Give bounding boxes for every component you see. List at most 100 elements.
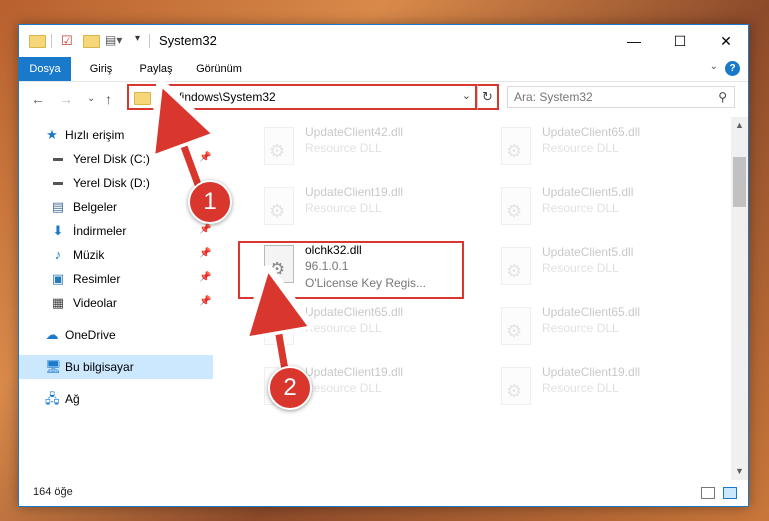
help-icon[interactable]: ? bbox=[725, 61, 740, 76]
close-button[interactable]: ✕ bbox=[703, 25, 749, 57]
file-name: UpdateClient19.dll bbox=[305, 185, 404, 199]
pin-icon[interactable]: 📌 bbox=[199, 296, 211, 307]
scroll-down-icon[interactable]: ▼ bbox=[731, 463, 748, 480]
dll-file-icon: ⚙ bbox=[264, 187, 294, 225]
sidebar-item-videos[interactable]: ▦ Videolar 📌 bbox=[19, 291, 213, 315]
pin-icon[interactable]: 📌 bbox=[199, 272, 211, 283]
sidebar-item-quick-access[interactable]: ★ Hızlı erişim bbox=[19, 123, 213, 147]
sidebar-item-label: Bu bilgisayar bbox=[65, 360, 134, 374]
computer-icon: 🖥 bbox=[45, 359, 62, 374]
step-badge-2: 2 bbox=[268, 366, 312, 410]
sidebar-item-downloads[interactable]: ⬇ İndirmeler 📌 bbox=[19, 219, 213, 243]
file-name: UpdateClient65.dll bbox=[305, 305, 404, 319]
divider bbox=[149, 34, 150, 48]
tab-share[interactable]: Paylaş bbox=[131, 57, 181, 81]
dll-file-icon: ⚙ bbox=[501, 187, 531, 225]
documents-icon: ▤ bbox=[51, 199, 65, 214]
vertical-scrollbar[interactable]: ▲ ▼ bbox=[731, 117, 748, 480]
search-placeholder: Ara: System32 bbox=[514, 90, 593, 104]
tab-view[interactable]: Görünüm bbox=[191, 57, 247, 81]
navigation-pane: ★ Hızlı erişim ▬ Yerel Disk (C:) 📌 ▬ Yer… bbox=[19, 117, 213, 475]
minimize-button[interactable]: — bbox=[611, 25, 657, 57]
sidebar-item-onedrive[interactable]: ☁ OneDrive bbox=[19, 323, 213, 347]
dll-file-icon: ⚙ bbox=[501, 367, 531, 405]
file-tile[interactable]: ⚙ UpdateClient5.dll Resource DLL bbox=[493, 241, 717, 297]
file-description: Resource DLL bbox=[542, 201, 619, 215]
file-description: Resource DLL bbox=[542, 381, 619, 395]
drive-icon: ▬ bbox=[53, 153, 63, 164]
file-tile[interactable]: ⚙ UpdateClient42.dll Resource DLL bbox=[256, 121, 480, 177]
search-input[interactable]: Ara: System32 ⚲ bbox=[507, 86, 735, 108]
sidebar-item-documents[interactable]: ▤ Belgeler bbox=[19, 195, 213, 219]
tiles-view-icon[interactable] bbox=[723, 487, 737, 499]
pin-icon[interactable]: 📌 bbox=[199, 152, 211, 163]
sidebar-item-local-disk-c[interactable]: ▬ Yerel Disk (C:) 📌 bbox=[19, 147, 213, 171]
tab-file[interactable]: Dosya bbox=[19, 57, 71, 81]
refresh-icon: ↻ bbox=[482, 89, 493, 104]
folder-icon bbox=[134, 92, 151, 105]
sidebar-item-pictures[interactable]: ▣ Resimler 📌 bbox=[19, 267, 213, 291]
sidebar-item-music[interactable]: ♪ Müzik 📌 bbox=[19, 243, 213, 267]
properties-icon[interactable]: ☑ bbox=[61, 33, 73, 49]
sidebar-item-local-disk-d[interactable]: ▬ Yerel Disk (D:) bbox=[19, 171, 213, 195]
refresh-button[interactable]: ↻ bbox=[477, 84, 499, 110]
file-tile[interactable]: ⚙ UpdateClient65.dll Resource DLL bbox=[493, 301, 717, 357]
sidebar-item-this-pc[interactable]: 🖥 Bu bilgisayar bbox=[19, 355, 213, 379]
sidebar-item-label: Ağ bbox=[65, 392, 80, 406]
back-arrow-icon[interactable]: ← bbox=[31, 91, 45, 107]
sidebar-item-label: Belgeler bbox=[73, 200, 118, 214]
file-name: UpdateClient5.dll bbox=[542, 185, 634, 199]
gear-icon: ⚙ bbox=[506, 321, 523, 341]
address-bar[interactable]: C:\Windows\System32 ⌄ bbox=[127, 84, 477, 110]
address-path[interactable]: C:\Windows\System32 bbox=[155, 90, 276, 104]
recent-locations-icon[interactable]: ⌄ bbox=[87, 93, 95, 104]
file-description: Resource DLL bbox=[542, 261, 619, 275]
dll-file-icon: ⚙ bbox=[501, 127, 531, 165]
tab-home[interactable]: Giriş bbox=[81, 57, 121, 81]
pin-icon[interactable]: 📌 bbox=[199, 224, 211, 235]
file-description: Resource DLL bbox=[305, 141, 382, 155]
forward-arrow-icon[interactable]: → bbox=[59, 91, 73, 107]
up-arrow-icon[interactable]: ↑ bbox=[105, 91, 112, 107]
file-tile[interactable]: ⚙ UpdateClient5.dll Resource DLL bbox=[493, 181, 717, 237]
sidebar-item-label: Resimler bbox=[73, 272, 121, 286]
sidebar-item-network[interactable]: 🖧 Ağ bbox=[19, 387, 213, 411]
gear-icon: ⚙ bbox=[506, 141, 523, 161]
network-icon: 🖧 bbox=[45, 391, 60, 406]
pin-icon[interactable]: 📌 bbox=[199, 248, 211, 259]
quick-access-dropdown-icon[interactable]: ▾ bbox=[135, 33, 140, 49]
dll-file-icon: ⚙ bbox=[501, 307, 531, 345]
sidebar-item-label: Hızlı erişim bbox=[65, 128, 125, 142]
new-folder-icon[interactable] bbox=[83, 35, 100, 48]
chevron-down-icon[interactable]: ⌄ bbox=[462, 89, 471, 102]
file-description: Resource DLL bbox=[542, 321, 619, 335]
file-name: UpdateClient19.dll bbox=[542, 365, 641, 379]
pictures-icon: ▣ bbox=[51, 271, 65, 286]
maximize-button[interactable]: ☐ bbox=[657, 25, 703, 57]
expand-ribbon-icon[interactable]: ⌄ bbox=[710, 61, 718, 72]
file-description: Resource DLL bbox=[542, 141, 619, 155]
file-tile[interactable]: ⚙ UpdateClient65.dll Resource DLL bbox=[256, 301, 480, 357]
dll-file-icon: ⚙ bbox=[264, 127, 294, 165]
gear-icon: ⚙ bbox=[269, 201, 286, 221]
gear-icon: ⚙ bbox=[506, 201, 523, 221]
scroll-up-icon[interactable]: ▲ bbox=[731, 117, 748, 134]
divider bbox=[51, 34, 52, 48]
file-description: Resource DLL bbox=[305, 321, 382, 335]
dll-file-icon: ⚙ bbox=[501, 247, 531, 285]
file-tile[interactable]: ⚙ UpdateClient19.dll Resource DLL bbox=[256, 181, 480, 237]
music-icon: ♪ bbox=[54, 247, 62, 262]
gear-icon: ⚙ bbox=[506, 261, 523, 281]
customize-icon[interactable]: ▤▾ bbox=[105, 33, 122, 49]
file-tile[interactable]: ⚙ UpdateClient19.dll Resource DLL bbox=[493, 361, 717, 417]
file-highlight-box bbox=[238, 241, 464, 299]
sidebar-item-label: Yerel Disk (C:) bbox=[73, 152, 150, 166]
scrollbar-thumb[interactable] bbox=[733, 157, 746, 207]
file-name: UpdateClient65.dll bbox=[542, 125, 641, 139]
gear-icon: ⚙ bbox=[269, 141, 286, 161]
drive-icon: ▬ bbox=[53, 177, 63, 188]
details-view-icon[interactable] bbox=[701, 487, 715, 499]
file-name: UpdateClient5.dll bbox=[542, 245, 634, 259]
file-tile[interactable]: ⚙ UpdateClient65.dll Resource DLL bbox=[493, 121, 717, 177]
file-name: UpdateClient19.dll bbox=[305, 365, 404, 379]
